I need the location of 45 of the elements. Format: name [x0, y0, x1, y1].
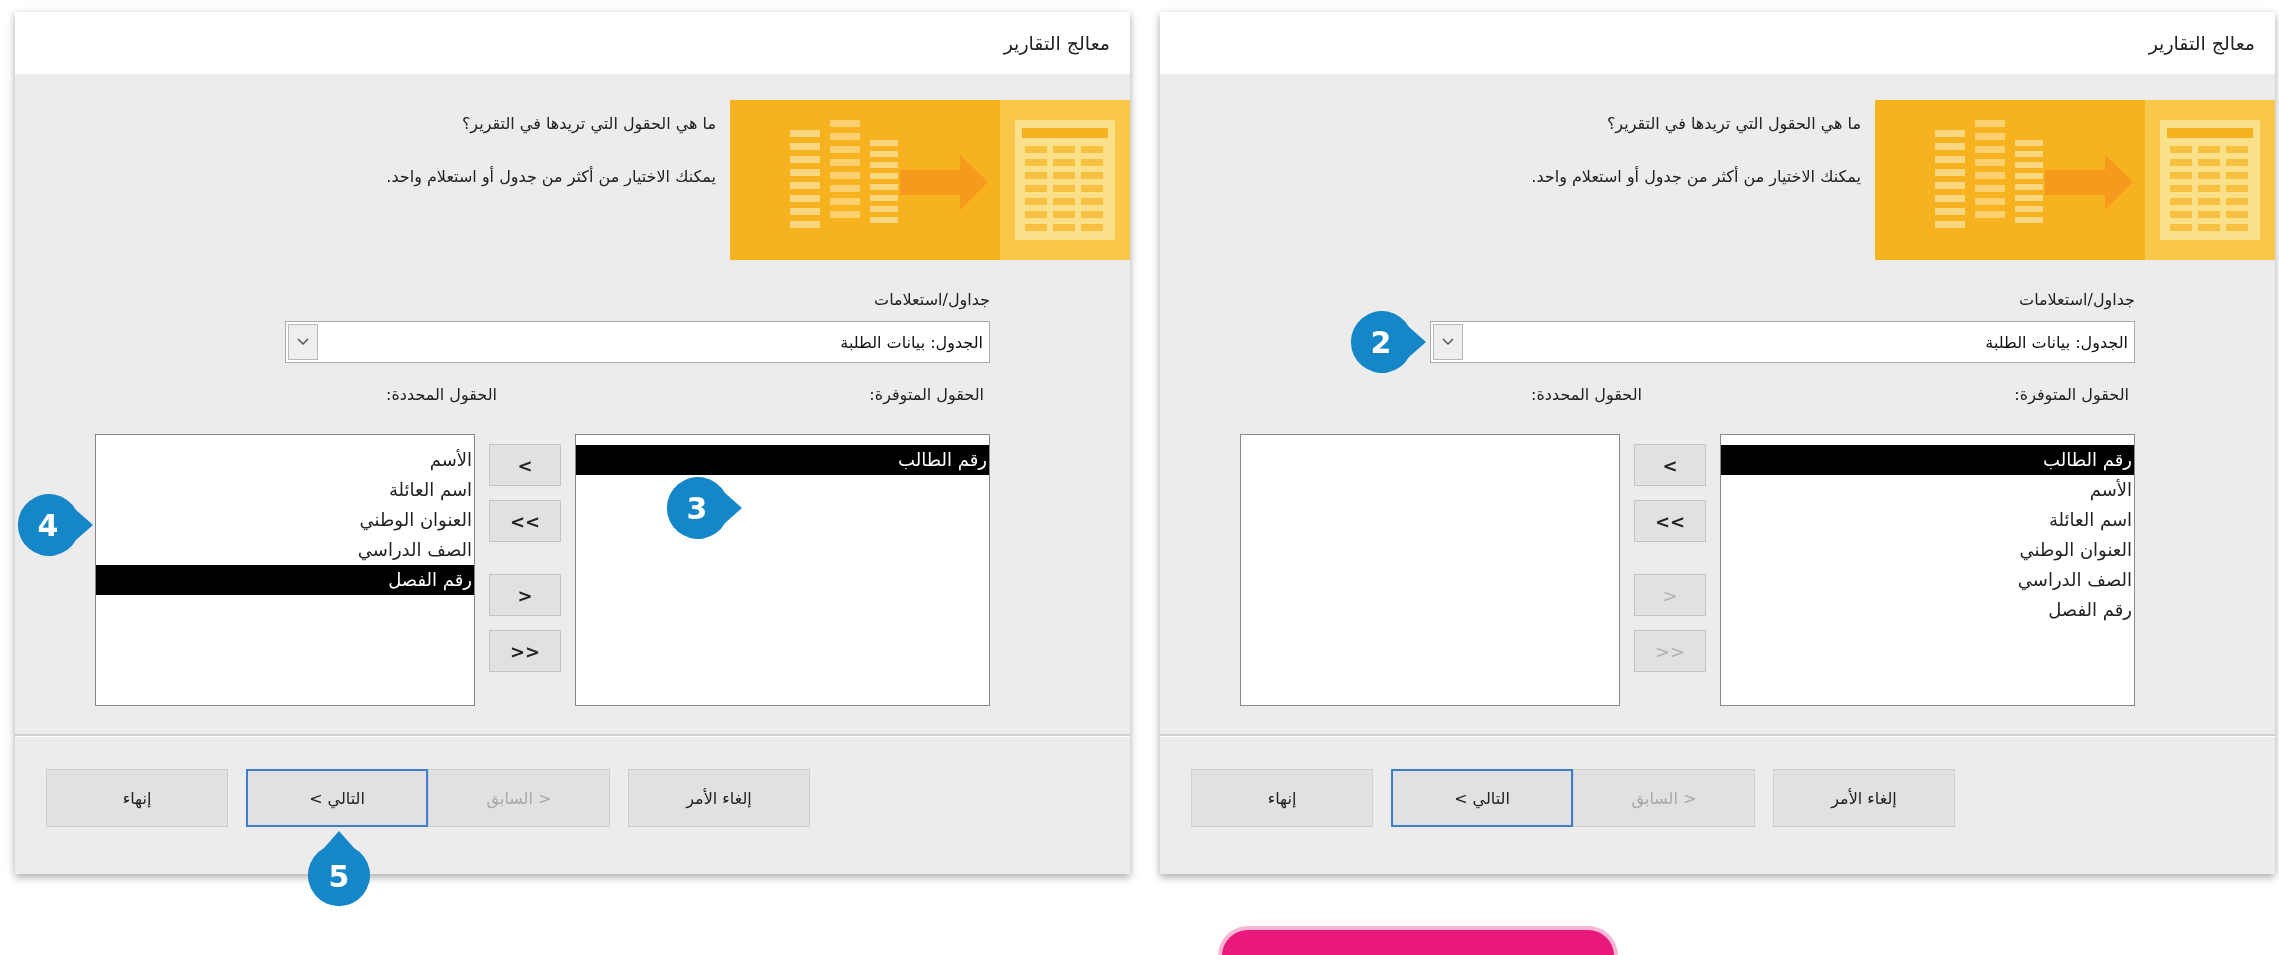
move-button[interactable]: <: [489, 444, 561, 486]
step-badge: 2: [1350, 311, 1426, 373]
selected-fields-label: الحقول المحددة:: [1531, 385, 1642, 404]
step-badge: 4: [17, 494, 93, 556]
footer-button[interactable]: التالي >: [246, 769, 428, 827]
field-item[interactable]: رقم الطالب: [576, 445, 989, 475]
step-badge: 3: [666, 477, 742, 539]
move-button[interactable]: <: [1634, 444, 1706, 486]
move-button[interactable]: >: [489, 574, 561, 616]
selected-fields-label: الحقول المحددة:: [386, 385, 497, 404]
available-fields-label: الحقول المتوفرة:: [868, 385, 985, 404]
field-item[interactable]: رقم الفصل: [1721, 595, 2134, 625]
question-text: ما هي الحقول التي تريدها في التقرير؟: [460, 114, 716, 133]
selected-fields-list[interactable]: الأسم اسم العائلة العنوان الوطني الصف الدراسي رقم الفصل: [95, 434, 475, 706]
table-dropdown[interactable]: الجدول: بيانات الطلبة: [285, 321, 990, 363]
source-label: جداول/استعلامات: [2018, 290, 2135, 309]
field-item[interactable]: رقم الفصل: [96, 565, 474, 595]
move-button[interactable]: <<: [1634, 500, 1706, 542]
footer-button[interactable]: إلغاء الأمر: [1773, 769, 1955, 827]
footer-button[interactable]: إنهاء: [46, 769, 228, 827]
field-item[interactable]: رقم الطالب: [1721, 445, 2134, 475]
footer-button[interactable]: إنهاء: [1191, 769, 1373, 827]
footer-button[interactable]: التالي >: [1391, 769, 1573, 827]
step-badge: 5: [308, 831, 370, 907]
source-label: جداول/استعلامات: [873, 290, 990, 309]
field-item[interactable]: اسم العائلة: [1721, 505, 2134, 535]
move-button[interactable]: >>: [489, 630, 561, 672]
field-item[interactable]: الأسم: [1721, 475, 2134, 505]
field-item[interactable]: الأسم: [96, 445, 474, 475]
field-item[interactable]: العنوان الوطني: [96, 505, 474, 535]
field-item[interactable]: الصف الدراسي: [1721, 565, 2134, 595]
window-title: معالج التقارير: [15, 12, 1130, 74]
available-fields-label: الحقول المتوفرة:: [2013, 385, 2130, 404]
footer-button[interactable]: إلغاء الأمر: [628, 769, 810, 827]
move-button[interactable]: <<: [489, 500, 561, 542]
hint-text: يمكنك الاختيار من أكثر من جدول أو استعلام واحد.: [1531, 167, 1861, 186]
selected-fields-list[interactable]: [1240, 434, 1620, 706]
hint-text: يمكنك الاختيار من أكثر من جدول أو استعلام واحد.: [386, 167, 716, 186]
field-item[interactable]: العنوان الوطني: [1721, 535, 2134, 565]
available-fields-list[interactable]: رقم الطالب الأسم اسم العائلة العنوان الوطني الصف الدراسي رقم الفصل: [1720, 434, 2135, 706]
question-text: ما هي الحقول التي تريدها في التقرير؟: [1605, 114, 1861, 133]
field-item[interactable]: الصف الدراسي: [96, 535, 474, 565]
window-title: معالج التقارير: [1160, 12, 2275, 74]
table-dropdown[interactable]: الجدول: بيانات الطلبة: [1430, 321, 2135, 363]
field-item[interactable]: اسم العائلة: [96, 475, 474, 505]
